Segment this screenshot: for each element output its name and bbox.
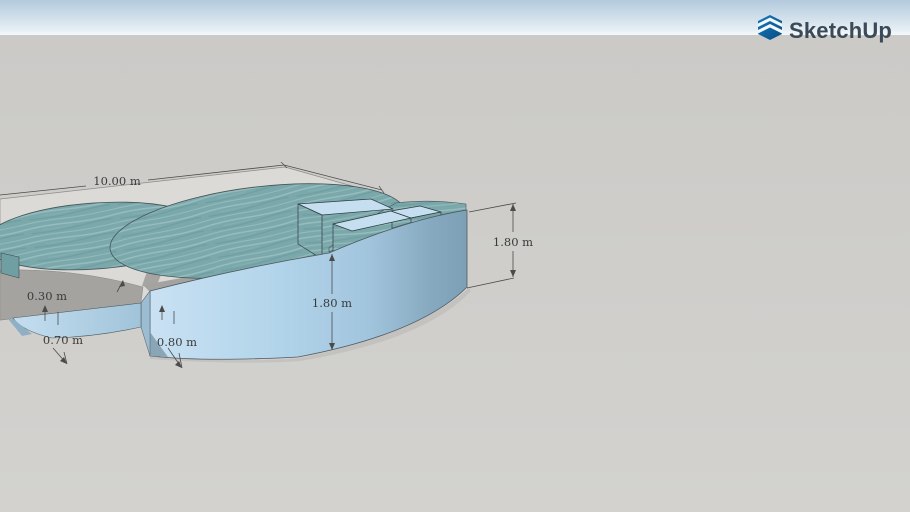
3d-viewport[interactable]: 10.00 m 1.80 m 1.80 m 0.30 m 0.70 m 0.80…	[0, 0, 910, 512]
dim-label-depth-wall: 1.80 m	[312, 296, 352, 310]
dim-label-depth-overall: 1.80 m	[493, 235, 533, 249]
brand-wordmark: SketchUp	[789, 18, 892, 43]
model-canvas[interactable]: 10.00 m 1.80 m 1.80 m 0.30 m 0.70 m 0.80…	[0, 0, 910, 512]
dim-label-deck-thickness: 0.30 m	[27, 289, 67, 303]
dim-label-overall-width: 10.00 m	[93, 174, 141, 188]
dim-label-shallow-end: 0.70 m	[43, 333, 83, 347]
dim-label-bench-depth: 0.80 m	[157, 335, 197, 349]
